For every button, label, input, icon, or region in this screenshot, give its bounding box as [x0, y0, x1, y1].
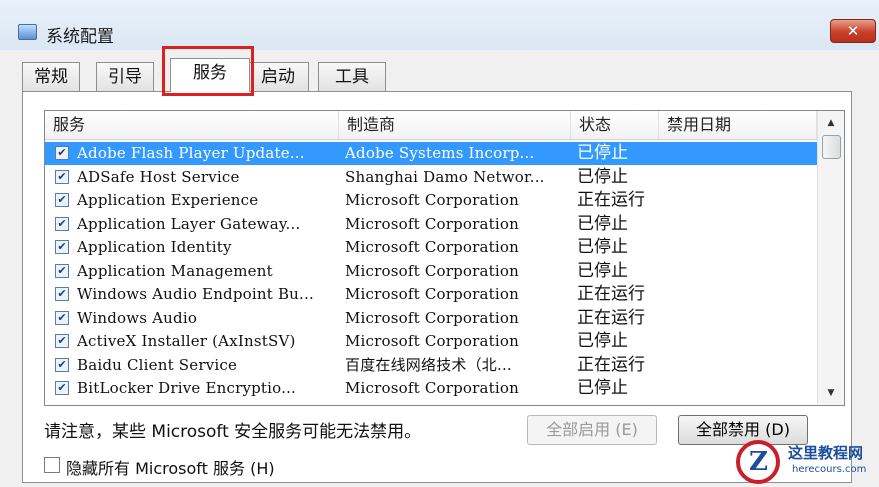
- service-manufacturer: Microsoft Corporation: [345, 191, 519, 209]
- column-header-disabled-date[interactable]: 禁用日期: [659, 111, 817, 139]
- service-status: 正在运行: [577, 284, 645, 304]
- table-row[interactable]: ✔ Application Experience Microsoft Corpora…: [45, 189, 817, 212]
- service-name: ActiveX Installer (AxInstSV): [77, 332, 296, 350]
- service-status: 已停止: [577, 166, 628, 187]
- tab-startup[interactable]: 启动: [247, 62, 309, 91]
- logo-circle-icon: Z: [736, 440, 780, 484]
- table-row[interactable]: ✔ Application Identity Microsoft Corporati…: [45, 236, 817, 259]
- service-name: ADSafe Host Service: [77, 167, 240, 186]
- hide-microsoft-checkbox[interactable]: [44, 457, 60, 473]
- service-manufacturer: Shanghai Damo Networ...: [345, 167, 545, 186]
- service-status: 正在运行: [577, 190, 645, 210]
- notice-text: 请注意，某些 Microsoft 安全服务可能无法禁用。: [44, 422, 422, 442]
- service-name: Application Identity: [77, 238, 232, 256]
- service-status: 已停止: [577, 213, 628, 234]
- table-row[interactable]: ✔ ADSafe Host Service Shanghai Damo Networ…: [45, 166, 817, 189]
- title-bar: 系统配置 ✕: [0, 0, 879, 51]
- service-name: Application Layer Gateway...: [77, 214, 301, 233]
- logo-chinese-text: 这里教程网: [788, 444, 864, 462]
- service-checkbox[interactable]: ✔: [55, 193, 69, 207]
- service-name: Windows Audio: [77, 308, 198, 327]
- service-manufacturer: 百度在线网络技术（北...: [345, 355, 512, 374]
- service-name: Baidu Client Service: [77, 355, 238, 374]
- service-manufacturer: Microsoft Corporation: [345, 308, 519, 327]
- service-status: 已停止: [577, 331, 628, 351]
- service-checkbox[interactable]: ✔: [55, 357, 69, 372]
- service-status: 正在运行: [577, 307, 645, 328]
- service-manufacturer: Microsoft Corporation: [345, 285, 519, 303]
- column-header-status[interactable]: 状态: [571, 111, 659, 139]
- service-status: 已停止: [577, 237, 628, 257]
- service-status: 已停止: [577, 378, 628, 398]
- logo-letter: Z: [749, 447, 768, 477]
- tab-tools[interactable]: 工具: [318, 62, 386, 91]
- service-status: 已停止: [577, 143, 628, 163]
- scroll-down-arrow-icon[interactable]: ▼: [818, 383, 844, 403]
- table-row[interactable]: ✔ BitLocker Drive Encryptio... Microsoft C…: [45, 377, 817, 400]
- tab-boot[interactable]: 引导: [96, 62, 154, 91]
- service-checkbox[interactable]: ✔: [55, 240, 69, 254]
- service-checkbox[interactable]: ✔: [55, 169, 69, 184]
- service-name: Windows Audio Endpoint Bu...: [77, 285, 314, 303]
- service-checkbox[interactable]: ✔: [55, 263, 69, 278]
- system-config-window: 系统配置 ✕ 常规 引导 服务 启动 工具 服务 制造商 状态 禁用日期 ✔ Ad…: [0, 0, 879, 487]
- list-header: 服务 制造商 状态 禁用日期: [45, 111, 817, 140]
- table-row[interactable]: ✔ Windows Audio Endpoint Bu... Microsoft C…: [45, 283, 817, 306]
- logo-english-text: herecours.com: [792, 464, 867, 475]
- table-row[interactable]: ✔ Application Layer Gateway... Microsoft C…: [45, 213, 817, 236]
- system-config-icon: [18, 24, 37, 40]
- service-manufacturer: Adobe Systems Incorp...: [345, 144, 535, 162]
- service-checkbox[interactable]: ✔: [55, 287, 69, 301]
- service-name: Application Management: [77, 261, 273, 280]
- watermark-logo: Z 这里教程网 herecours.com: [736, 440, 876, 484]
- close-button[interactable]: ✕: [830, 19, 876, 43]
- service-manufacturer: Microsoft Corporation: [345, 238, 519, 256]
- service-manufacturer: Microsoft Corporation: [345, 332, 519, 350]
- table-row[interactable]: ✔ Adobe Flash Player Update... Adobe Syste…: [45, 142, 817, 165]
- service-name: Adobe Flash Player Update...: [77, 144, 305, 162]
- service-checkbox[interactable]: ✔: [55, 146, 69, 160]
- vertical-scrollbar[interactable]: ▲ ▼: [817, 111, 844, 405]
- services-list[interactable]: 服务 制造商 状态 禁用日期 ✔ Adobe Flash Player Updat…: [44, 110, 845, 406]
- window-title: 系统配置: [46, 27, 114, 47]
- scroll-up-arrow-icon[interactable]: ▲: [818, 113, 844, 133]
- service-status: 正在运行: [577, 354, 645, 375]
- services-tab-highlight: [162, 46, 254, 96]
- hide-microsoft-label: 隐藏所有 Microsoft 服务 (H): [66, 459, 275, 478]
- table-row[interactable]: ✔ ActiveX Installer (AxInstSV) Microsoft C…: [45, 330, 817, 353]
- table-row[interactable]: ✔ Baidu Client Service 百度在线网络技术（北... 正在运行: [45, 354, 817, 377]
- table-row[interactable]: ✔ Application Management Microsoft Corpora…: [45, 260, 817, 283]
- service-checkbox[interactable]: ✔: [55, 310, 69, 325]
- table-row[interactable]: ✔ Windows Audio Microsoft Corporation 正在运行: [45, 307, 817, 330]
- service-manufacturer: Microsoft Corporation: [345, 379, 519, 397]
- service-checkbox[interactable]: ✔: [55, 381, 69, 395]
- service-name: BitLocker Drive Encryptio...: [77, 379, 297, 397]
- column-header-manufacturer[interactable]: 制造商: [339, 111, 571, 139]
- service-name: Application Experience: [77, 191, 259, 209]
- service-status: 已停止: [577, 260, 628, 281]
- service-checkbox[interactable]: ✔: [55, 334, 69, 348]
- service-manufacturer: Microsoft Corporation: [345, 261, 519, 280]
- service-manufacturer: Microsoft Corporation: [345, 214, 519, 233]
- enable-all-button[interactable]: 全部启用 (E): [527, 415, 657, 445]
- service-checkbox[interactable]: ✔: [55, 216, 69, 231]
- tab-general[interactable]: 常规: [22, 62, 80, 91]
- column-header-service[interactable]: 服务: [45, 111, 339, 139]
- scroll-thumb[interactable]: [822, 135, 841, 159]
